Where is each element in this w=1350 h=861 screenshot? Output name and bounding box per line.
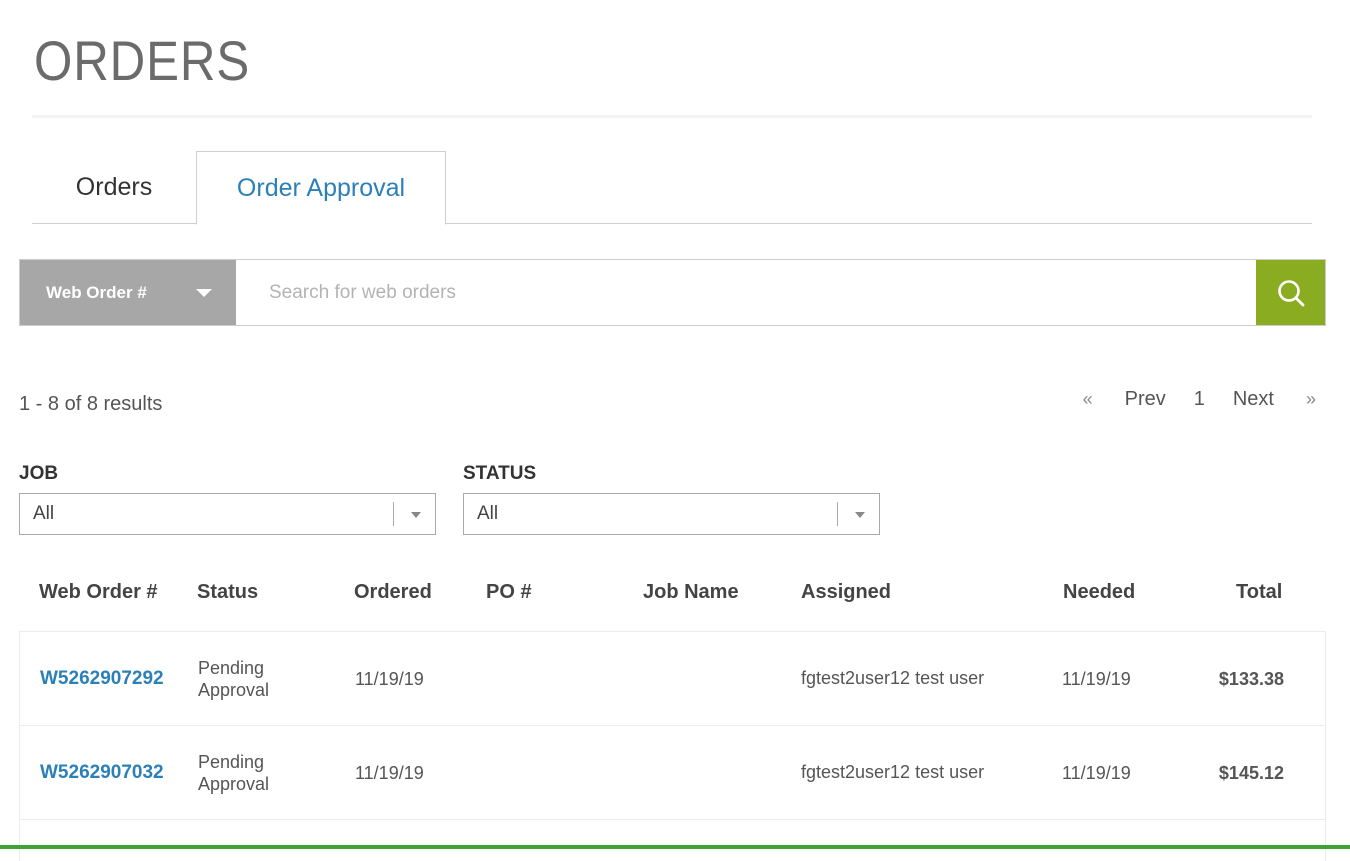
order-link[interactable]: W5262907292 [40,668,164,690]
search-type-label: Web Order # [46,282,147,302]
table-row: W5262907032 Pending Approval 11/19/19 fg… [19,726,1326,820]
order-ordered-date: 11/19/19 [355,669,424,689]
order-status-line1: Pending [198,752,265,772]
order-needed-date: 11/19/19 [1062,763,1131,783]
search-icon [1277,279,1304,306]
order-link[interactable]: W5262907032 [40,762,164,784]
select-separator [393,502,394,526]
order-status-line2: Approval [198,774,270,794]
column-header-status[interactable]: Status [197,581,258,604]
pagination-next[interactable]: Next [1223,388,1284,411]
column-header-web-order[interactable]: Web Order # [39,581,158,604]
order-status-line2: Approval [198,680,270,700]
column-header-ordered[interactable]: Ordered [354,581,432,604]
search-button[interactable] [1256,260,1325,325]
search-bar: Web Order # [19,259,1326,326]
tab-orders[interactable]: Orders [32,151,196,224]
job-filter-select[interactable]: All [19,493,436,535]
page-title: ORDERS [34,29,251,92]
order-assigned: fgtest2user12 test user [801,762,985,782]
tab-order-approval[interactable]: Order Approval [196,151,446,225]
order-total: $133.38 [1218,669,1284,689]
column-header-needed[interactable]: Needed [1063,581,1135,604]
search-type-dropdown[interactable]: Web Order # [20,260,236,325]
order-status: Pending Approval [198,657,318,701]
column-header-total[interactable]: Total [1236,581,1282,604]
pagination-current-page[interactable]: 1 [1184,388,1215,411]
title-divider [32,115,1312,118]
window-bottom-border [0,845,1350,849]
order-total: $145.12 [1218,763,1284,783]
order-status-line1: Pending [198,658,265,678]
column-header-assigned[interactable]: Assigned [801,581,891,604]
pagination-prev[interactable]: Prev [1115,388,1176,411]
order-assigned: fgtest2user12 test user [801,668,985,688]
order-needed-date: 11/19/19 [1062,669,1131,689]
status-filter-select[interactable]: All [463,493,880,535]
chevron-down-icon [855,512,865,518]
search-input[interactable] [236,260,1256,325]
column-header-po[interactable]: PO # [486,581,532,604]
results-count: 1 - 8 of 8 results [19,393,163,415]
pagination-first[interactable]: « [1073,389,1103,410]
tab-bar: Orders Order Approval [32,151,1312,225]
status-filter-label: STATUS [463,463,537,484]
pagination-last[interactable]: » [1296,389,1326,410]
status-filter-value: All [477,503,499,524]
table-row: W5262907292 Pending Approval 11/19/19 fg… [19,632,1326,726]
chevron-down-icon [411,512,421,518]
select-separator [837,502,838,526]
order-ordered-date: 11/19/19 [355,763,424,783]
job-filter-value: All [33,503,55,524]
job-filter-label: JOB [19,463,59,484]
order-status: Pending Approval [198,751,318,795]
column-header-job-name[interactable]: Job Name [643,581,739,604]
pagination: « Prev 1 Next » [1073,388,1326,411]
chevron-down-icon [196,289,212,297]
